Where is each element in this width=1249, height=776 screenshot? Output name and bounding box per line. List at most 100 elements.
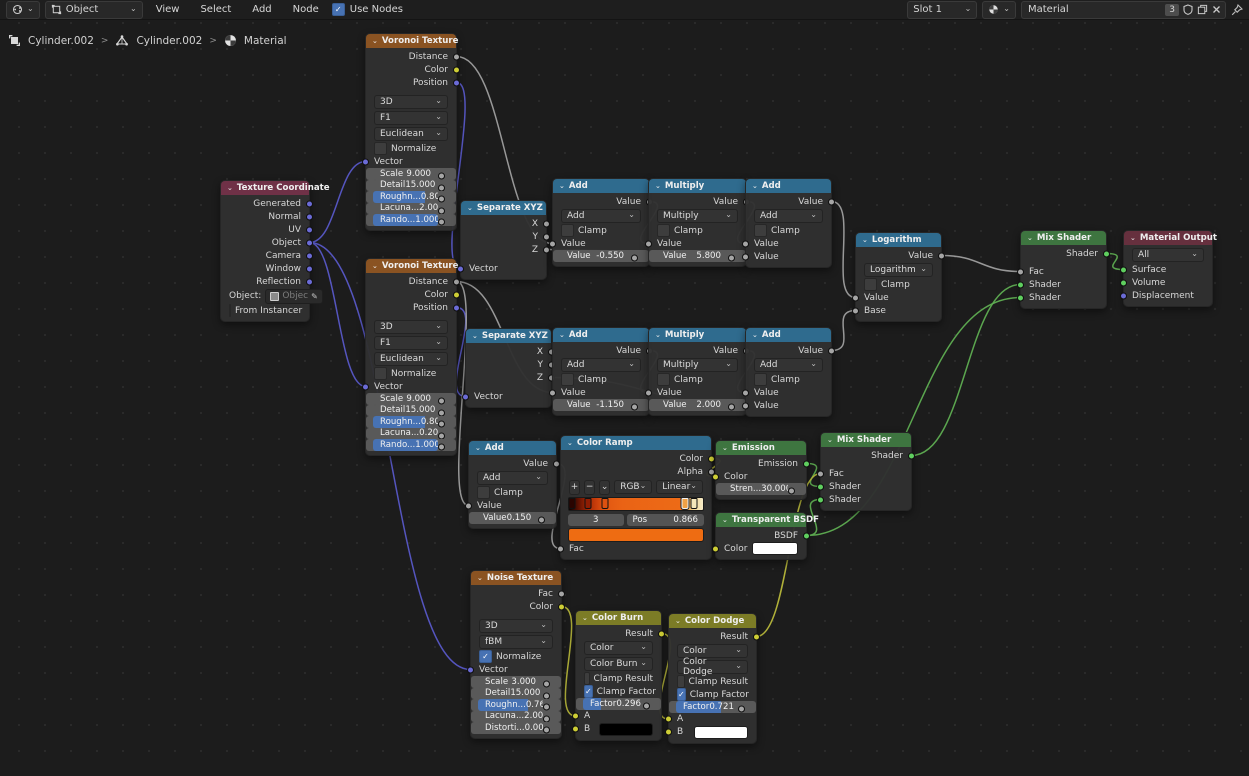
ramp-interp-dropdown[interactable]: Linear⌄ [656, 480, 703, 494]
in-socket-value[interactable] [631, 255, 638, 262]
in-socket-detail[interactable] [438, 184, 445, 191]
dropdown-3d[interactable]: 3D⌄ [479, 619, 553, 633]
collapse-chevron-icon[interactable]: ⌄ [559, 333, 565, 338]
dropdown-multiply[interactable]: Multiply⌄ [657, 209, 738, 223]
slider-rando[interactable]: Rando...1.000 [373, 439, 438, 451]
dropdown-color-burn[interactable]: Color Burn⌄ [584, 657, 653, 671]
dropdown-f1[interactable]: F1⌄ [374, 111, 448, 125]
out-socket-color[interactable] [453, 66, 460, 73]
in-socket-roughn[interactable] [438, 196, 445, 203]
color-swatch-color[interactable] [752, 542, 799, 555]
out-socket-shader[interactable] [908, 452, 915, 459]
dropdown-color[interactable]: Color⌄ [677, 644, 748, 658]
out-socket-normal[interactable] [306, 213, 313, 220]
node-voronoi1[interactable]: ⌄Voronoi TextureDistanceColorPosition3D⌄… [365, 33, 457, 231]
color-swatch-b[interactable] [599, 723, 653, 736]
in-socket-color[interactable] [712, 545, 719, 552]
checkbox-clamp[interactable] [754, 373, 767, 386]
collapse-chevron-icon[interactable]: ⌄ [675, 619, 681, 624]
object-picker-field[interactable]: Objec✎ [265, 289, 323, 304]
node-dodge[interactable]: ⌄Color DodgeResultColor⌄Color Dodge⌄Clam… [668, 613, 757, 744]
in-socket-fac[interactable] [817, 470, 824, 477]
slider-value[interactable]: Value2.000 [656, 399, 728, 411]
node-burn[interactable]: ⌄Color BurnResultColor⌄Color Burn⌄Clamp … [575, 610, 662, 741]
node-header-ramp[interactable]: ⌄Color Ramp [561, 436, 711, 450]
node-add2_r1[interactable]: ⌄AddValueAdd⌄ClampValueValue [745, 178, 832, 268]
node-texcoord[interactable]: ⌄Texture CoordinateGeneratedNormalUVObje… [220, 180, 310, 322]
in-socket-vector[interactable] [362, 383, 369, 390]
collapse-chevron-icon[interactable]: ⌄ [752, 184, 758, 189]
ramp-stop-4[interactable] [690, 498, 697, 509]
out-socket-result[interactable] [658, 630, 665, 637]
in-socket-b[interactable] [572, 726, 579, 733]
slider-scale[interactable]: Scale9.000 [373, 168, 438, 180]
collapse-chevron-icon[interactable]: ⌄ [477, 576, 483, 581]
checkbox-normalize[interactable]: ✓ [479, 650, 492, 663]
collapse-chevron-icon[interactable]: ⌄ [1130, 236, 1136, 241]
in-socket-value[interactable] [852, 294, 859, 301]
node-ramp[interactable]: ⌄Color RampColorAlpha+−⌄RGB⌄Linear⌄3Pos0… [560, 435, 712, 560]
checkbox-clamp-result[interactable] [677, 675, 685, 688]
checkbox-clamp[interactable] [657, 373, 670, 386]
collapse-chevron-icon[interactable]: ⌄ [655, 184, 661, 189]
node-add_r1[interactable]: ⌄AddValueAdd⌄ClampValueValue-0.550 [552, 178, 650, 267]
slider-value[interactable]: Value-1.150 [560, 399, 631, 411]
ramp-stop-3[interactable] [682, 498, 689, 509]
checkbox-clamp-factor[interactable]: ✓ [584, 685, 593, 698]
dropdown-add[interactable]: Add⌄ [754, 209, 823, 223]
collapse-chevron-icon[interactable]: ⌄ [559, 184, 565, 189]
slider-rando[interactable]: Rando...1.000 [373, 214, 438, 226]
ramp-position-field[interactable]: Pos0.866 [627, 514, 704, 526]
node-header-dodge[interactable]: ⌄Color Dodge [669, 614, 756, 628]
object-mode-dropdown[interactable]: Object ⌄ [45, 1, 143, 19]
in-socket-vector[interactable] [462, 393, 469, 400]
out-socket-color[interactable] [558, 603, 565, 610]
out-socket-color[interactable] [708, 455, 715, 462]
node-header-mul_r2[interactable]: ⌄Multiply [649, 328, 746, 342]
node-noise[interactable]: ⌄Noise TextureFacColor3D⌄fBM⌄✓NormalizeV… [470, 570, 562, 739]
slider-value[interactable]: Value-0.550 [560, 250, 631, 262]
node-graph-canvas[interactable]: ⌄Texture CoordinateGeneratedNormalUVObje… [0, 0, 1249, 776]
material-browse-button[interactable]: ⌄ [982, 1, 1016, 19]
node-header-sepxyz1[interactable]: ⌄Separate XYZ [461, 201, 546, 215]
slider-factor[interactable]: Factor0.721 [676, 701, 738, 713]
dropdown-3d[interactable]: 3D⌄ [374, 95, 448, 109]
new-material-copy-icon[interactable] [1197, 4, 1208, 15]
slider-lacuna[interactable]: Lacuna...2.000 [478, 711, 543, 723]
node-add_r2[interactable]: ⌄AddValueAdd⌄ClampValueValue-1.150 [552, 327, 650, 416]
out-socket-position[interactable] [453, 304, 460, 311]
ramp-minus-button[interactable]: − [584, 480, 595, 495]
ramp-options-button[interactable]: ⌄ [599, 480, 610, 495]
node-log[interactable]: ⌄LogarithmValueLogarithm⌄ClampValueBase [855, 232, 942, 322]
in-socket-vector[interactable] [457, 265, 464, 272]
checkbox-clamp[interactable] [561, 224, 574, 237]
slider-lacuna[interactable]: Lacuna...2.000 [373, 203, 438, 215]
collapse-chevron-icon[interactable]: ⌄ [467, 206, 473, 211]
node-header-transparent[interactable]: ⌄Transparent BSDF [716, 513, 806, 527]
slider-roughn[interactable]: Roughn...0.762 [478, 699, 543, 711]
collapse-chevron-icon[interactable]: ⌄ [722, 446, 728, 451]
in-socket-factor[interactable] [738, 706, 745, 713]
menu-node[interactable]: Node [285, 3, 327, 16]
collapse-chevron-icon[interactable]: ⌄ [227, 186, 233, 191]
in-socket-surface[interactable] [1120, 266, 1127, 273]
collapse-chevron-icon[interactable]: ⌄ [472, 334, 478, 339]
in-socket-fac[interactable] [557, 545, 564, 552]
slider-factor[interactable]: Factor0.296 [583, 698, 643, 710]
collapse-chevron-icon[interactable]: ⌄ [475, 446, 481, 451]
node-sepxyz2[interactable]: ⌄Separate XYZXYZVector [465, 328, 552, 408]
collapse-chevron-icon[interactable]: ⌄ [372, 39, 378, 44]
dropdown-add[interactable]: Add⌄ [561, 209, 641, 223]
in-socket-factor[interactable] [643, 703, 650, 710]
out-socket-camera[interactable] [306, 252, 313, 259]
color-ramp-gradient[interactable] [568, 497, 704, 511]
out-socket-position[interactable] [453, 79, 460, 86]
node-header-log[interactable]: ⌄Logarithm [856, 233, 941, 247]
in-socket-shader[interactable] [1017, 281, 1024, 288]
color-swatch-b[interactable] [694, 726, 748, 739]
node-header-emission[interactable]: ⌄Emission [716, 441, 806, 455]
in-socket-value[interactable] [742, 389, 749, 396]
checkbox-clamp[interactable] [477, 486, 490, 499]
in-socket-vector[interactable] [362, 158, 369, 165]
in-socket-lacuna[interactable] [438, 432, 445, 439]
